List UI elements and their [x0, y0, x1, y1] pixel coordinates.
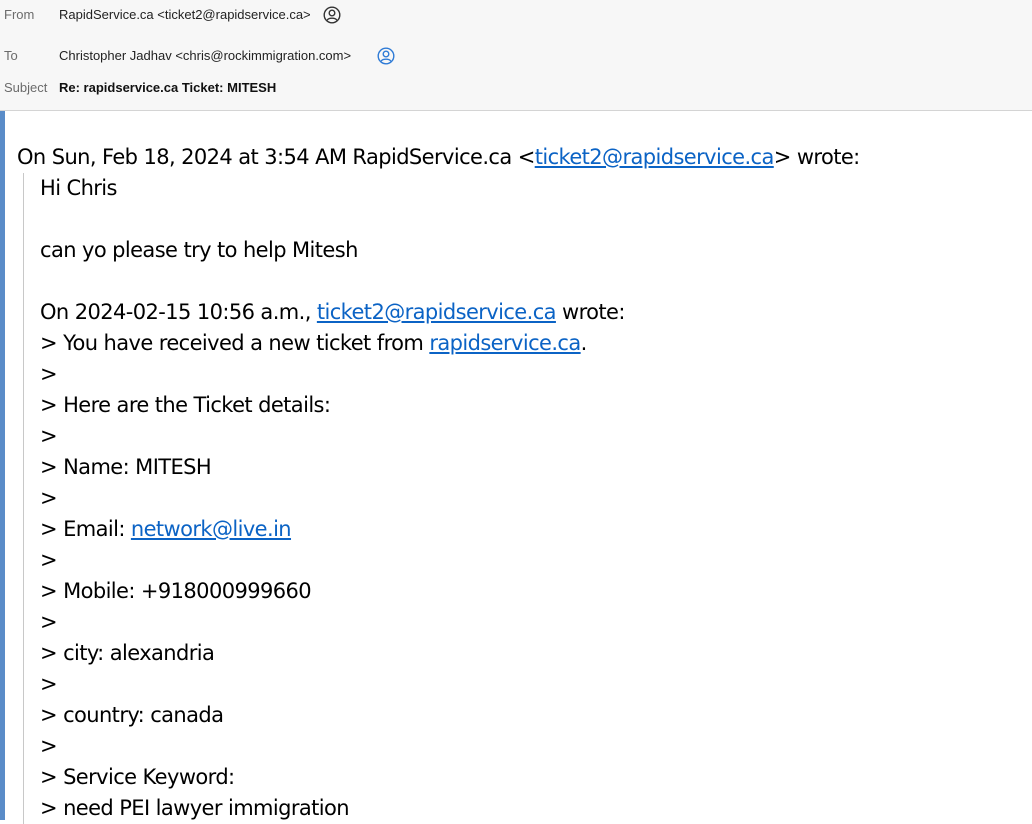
intro-text: On Sun, Feb 18, 2024 at 3:54 AM RapidSer… [17, 145, 535, 169]
site-link[interactable]: rapidservice.ca [429, 331, 581, 355]
keyword-line: > Service Keyword: [40, 765, 235, 789]
city-line: > city: alexandria [40, 641, 215, 665]
quote-marker: > [40, 734, 58, 758]
quote-marker: > [40, 610, 58, 634]
from-value[interactable]: RapidService.ca <ticket2@rapidservice.ca… [59, 5, 311, 25]
quote-marker: > [40, 486, 58, 510]
received-text-end: . [580, 331, 588, 355]
mobile-line: > Mobile: +918000999660 [40, 579, 312, 603]
quote-marker: > [40, 424, 58, 448]
name-line: > Name: MITESH [40, 455, 212, 479]
greeting: Hi Chris [40, 176, 117, 200]
reply-intro: On Sun, Feb 18, 2024 at 3:54 AM RapidSer… [17, 142, 1032, 173]
subject-label: Subject [4, 80, 48, 95]
received-text: > You have received a new ticket from [40, 331, 430, 355]
quote-marker: > [40, 548, 58, 572]
customer-email-link[interactable]: network@live.in [131, 517, 292, 541]
email-label: > Email: [40, 517, 131, 541]
email-line: > Email: network@live.in [40, 514, 1032, 545]
subject-value: Re: rapidservice.ca Ticket: MITESH [59, 80, 277, 95]
details-line: > Here are the Ticket details: [40, 393, 331, 417]
to-label: To [4, 48, 18, 63]
contact-known-icon[interactable] [377, 47, 395, 65]
nested-intro-text: On 2024-02-15 10:56 a.m., [40, 300, 317, 324]
intro-email-link[interactable]: ticket2@rapidservice.ca [535, 145, 775, 169]
intro-text-end: > wrote: [773, 145, 861, 169]
country-line: > country: canada [40, 703, 224, 727]
quote-marker: > [40, 672, 58, 696]
quote-marker: > [40, 362, 58, 386]
request-text: can yo please try to help Mitesh [40, 238, 358, 262]
message-body: On Sun, Feb 18, 2024 at 3:54 AM RapidSer… [17, 142, 1032, 824]
to-value[interactable]: Christopher Jadhav <chris@rockimmigratio… [59, 46, 351, 66]
from-label: From [4, 7, 35, 22]
message-accent-bar [0, 111, 5, 820]
quoted-message: Hi Chris can yo please try to help Mites… [23, 173, 1032, 824]
nested-email-link[interactable]: ticket2@rapidservice.ca [317, 300, 557, 324]
received-line: > You have received a new ticket from ra… [40, 328, 1032, 359]
message-header: From RapidService.ca <ticket2@rapidservi… [0, 0, 1032, 111]
nested-intro-end: wrote: [555, 300, 625, 324]
nested-intro: On 2024-02-15 10:56 a.m., ticket2@rapids… [40, 297, 1032, 328]
contact-unknown-icon[interactable] [323, 6, 341, 24]
keyword-value-line: > need PEI lawyer immigration [40, 796, 350, 820]
